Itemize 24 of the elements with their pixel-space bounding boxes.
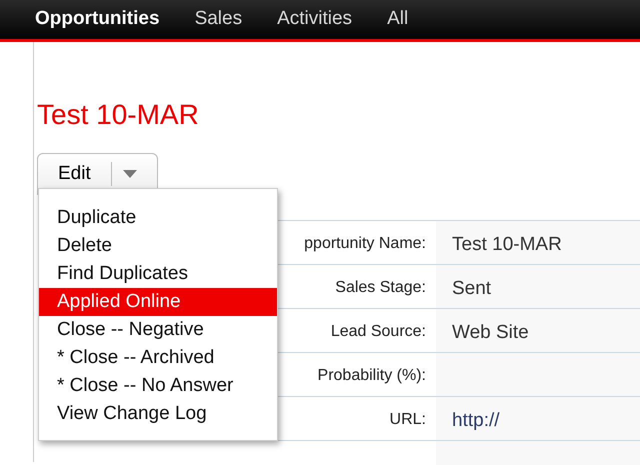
menu-item[interactable]: View Change Log <box>39 400 277 428</box>
nav-tab[interactable]: All <box>387 5 408 34</box>
menu-item[interactable]: Duplicate <box>39 204 277 232</box>
menu-item[interactable]: Find Duplicates <box>39 260 277 288</box>
edit-button[interactable]: Edit <box>38 160 111 188</box>
nav-tab[interactable]: Opportunities <box>35 5 160 34</box>
field-value: Sent <box>452 278 492 299</box>
menu-item[interactable]: Close -- Negative <box>39 316 277 344</box>
nav-tab[interactable]: Sales <box>194 5 242 34</box>
field-label: Lead Source: <box>330 323 426 340</box>
field-value: Test 10-MAR <box>452 234 562 255</box>
field-label: pportunity Name: <box>304 235 426 252</box>
menu-item[interactable]: * Close -- No Answer <box>39 372 277 400</box>
field-value: Web Site <box>452 322 529 343</box>
field-label: Probability (%): <box>318 367 426 384</box>
page-title: Test 10-MAR <box>37 98 200 132</box>
menu-item[interactable]: Applied Online <box>39 288 277 316</box>
caret-icon <box>122 170 137 178</box>
field-label: Sales Stage: <box>335 279 426 296</box>
nav-tab[interactable]: Activities <box>277 5 352 34</box>
url-link[interactable]: http:// <box>452 410 500 431</box>
menu-item[interactable]: Delete <box>39 232 277 260</box>
field-label: URL: <box>390 411 426 428</box>
menu-item[interactable]: * Close -- Archived <box>39 344 277 372</box>
